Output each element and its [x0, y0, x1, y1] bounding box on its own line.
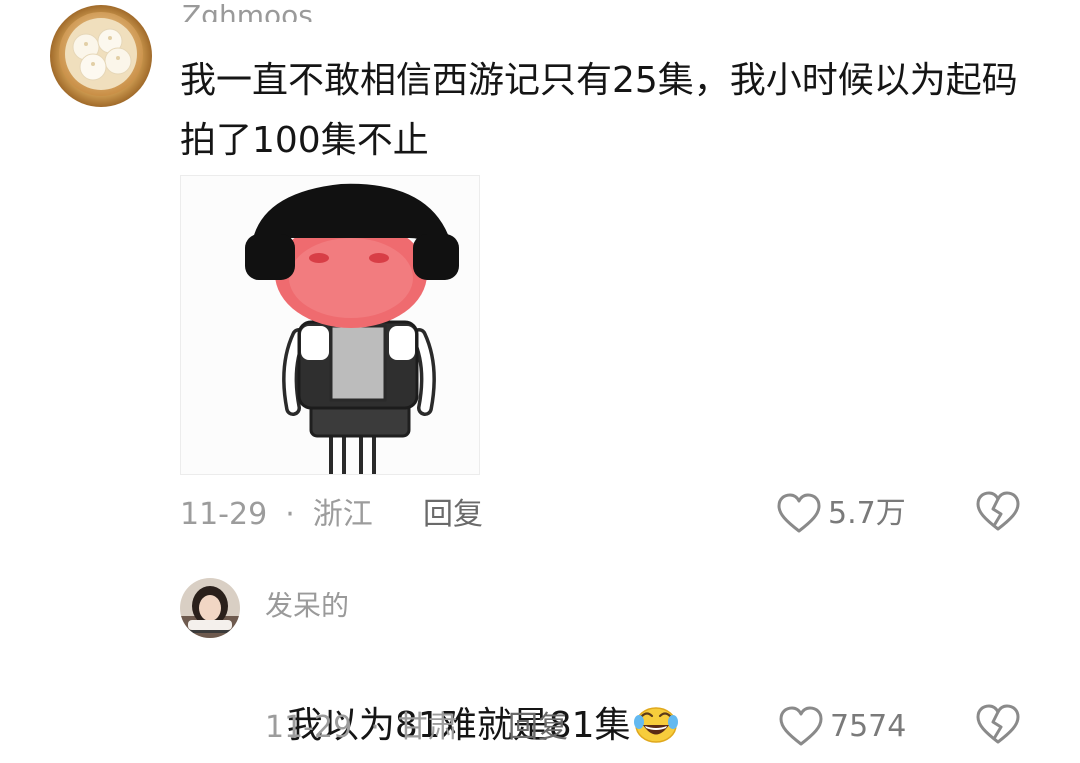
reply-username[interactable]: 发呆的: [265, 592, 349, 618]
comment-text: 我一直不敢相信西游记只有25集，我小时候以为起码拍了100集不止: [180, 60, 1018, 161]
comment-meta: 11-29 · 浙江: [180, 500, 373, 530]
broken-heart-icon: [976, 491, 1020, 531]
comment-image[interactable]: [180, 175, 480, 475]
like-count: 5.7万: [828, 496, 906, 531]
meta-separator: ·: [370, 710, 380, 745]
heart-icon: [779, 706, 823, 746]
dislike-button[interactable]: [975, 491, 1021, 537]
broken-heart-icon: [976, 704, 1020, 744]
reply-avatar[interactable]: [180, 578, 240, 638]
reply-like-button[interactable]: 7574: [778, 706, 906, 748]
steamed-buns-basket-icon: [50, 5, 152, 107]
comment-date: 11-29: [180, 497, 268, 532]
reply-dislike-button[interactable]: [975, 704, 1021, 750]
crying-laughing-face-icon: [633, 703, 679, 743]
cartoon-boy-meme-icon: [245, 183, 459, 474]
reply-date: 11-29: [265, 710, 353, 745]
meta-separator: ·: [285, 497, 295, 532]
comment-username[interactable]: Zghmoos: [182, 2, 313, 22]
avatar[interactable]: [48, 3, 154, 109]
comment-location: 浙江: [312, 497, 373, 532]
like-button[interactable]: 5.7万: [776, 493, 906, 535]
reply-location: 甘肃: [397, 710, 458, 745]
girl-portrait-icon: [180, 578, 240, 638]
reply-meta: 11-29 · 甘肃: [265, 713, 458, 743]
reply-like-count: 7574: [830, 709, 907, 744]
reply-reply-button[interactable]: 回复: [508, 713, 568, 743]
heart-icon: [777, 493, 821, 533]
reply-button[interactable]: 回复: [423, 500, 483, 530]
